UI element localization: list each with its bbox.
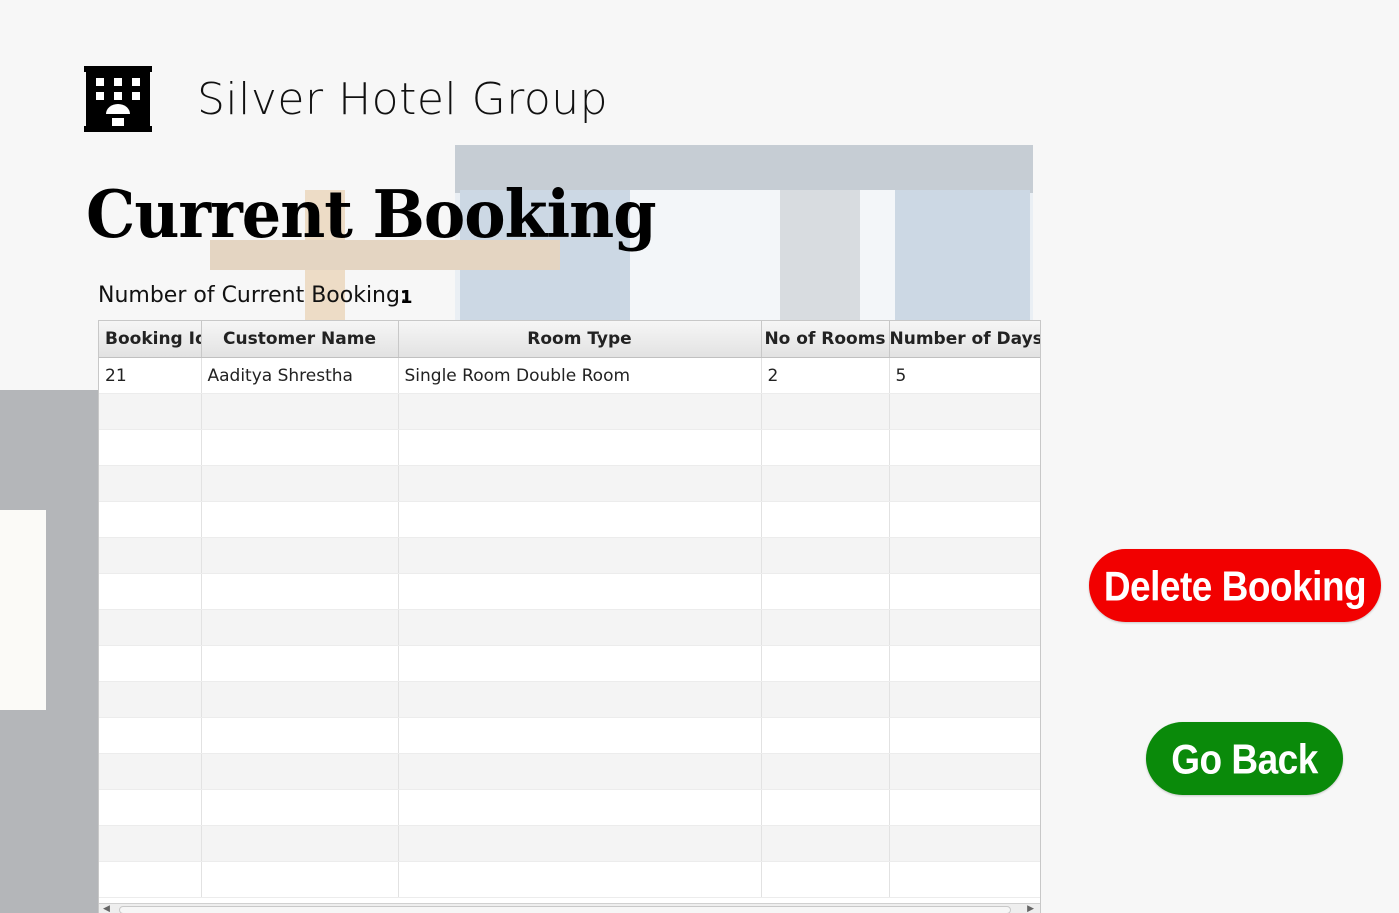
empty-table-row[interactable]	[99, 789, 1040, 826]
empty-table-row[interactable]	[99, 861, 1040, 898]
empty-table-row[interactable]	[99, 465, 1040, 502]
page-title: Current Booking	[86, 176, 657, 253]
brand-name: Silver Hotel Group	[197, 74, 609, 125]
app-window: Silver Hotel Group Current Booking Numbe…	[0, 0, 1399, 913]
empty-table-row[interactable]	[99, 645, 1040, 682]
go-back-button[interactable]: Go Back	[1146, 722, 1343, 795]
empty-table-row[interactable]	[99, 717, 1040, 754]
empty-table-row[interactable]	[99, 609, 1040, 646]
cell-customer-name: Aaditya Shrestha	[201, 357, 399, 394]
table-row[interactable]: 21 Aaditya Shrestha Single Room Double R…	[99, 357, 1040, 394]
horizontal-scrollbar[interactable]: ◀ ▶	[99, 903, 1040, 913]
cell-no-of-rooms: 2	[761, 357, 890, 394]
empty-table-row[interactable]	[99, 825, 1040, 862]
booking-count-value: 1	[400, 287, 413, 308]
column-header-no-of-rooms[interactable]: No of Rooms	[761, 321, 890, 358]
booking-count-label: Number of Current Booking:	[98, 283, 408, 308]
empty-table-row[interactable]	[99, 501, 1040, 538]
empty-table-row[interactable]	[99, 393, 1040, 430]
empty-table-row[interactable]	[99, 537, 1040, 574]
column-header-room-type[interactable]: Room Type	[398, 321, 762, 358]
column-header-number-of-days[interactable]: Number of Days	[889, 321, 1040, 358]
empty-table-row[interactable]	[99, 573, 1040, 610]
table-header-row: Booking Id Customer Name Room Type No of…	[99, 321, 1040, 358]
column-header-customer-name[interactable]: Customer Name	[201, 321, 399, 358]
cell-booking-id: 21	[99, 357, 202, 394]
delete-booking-button[interactable]: Delete Booking	[1089, 549, 1381, 622]
cell-number-of-days: 5	[889, 357, 1040, 394]
scroll-right-arrow-icon[interactable]: ▶	[1027, 904, 1034, 913]
empty-table-row[interactable]	[99, 429, 1040, 466]
bookings-table[interactable]: Booking Id Customer Name Room Type No of…	[98, 320, 1041, 913]
column-header-booking-id[interactable]: Booking Id	[99, 321, 202, 358]
cell-room-type: Single Room Double Room	[398, 357, 762, 394]
hotel-building-icon	[84, 64, 152, 132]
empty-table-row[interactable]	[99, 753, 1040, 790]
delete-booking-label: Delete Booking	[1103, 563, 1367, 610]
scroll-left-arrow-icon[interactable]: ◀	[103, 904, 110, 913]
empty-table-row[interactable]	[99, 681, 1040, 718]
scrollbar-thumb[interactable]	[119, 906, 1011, 913]
go-back-label: Go Back	[1171, 736, 1318, 783]
